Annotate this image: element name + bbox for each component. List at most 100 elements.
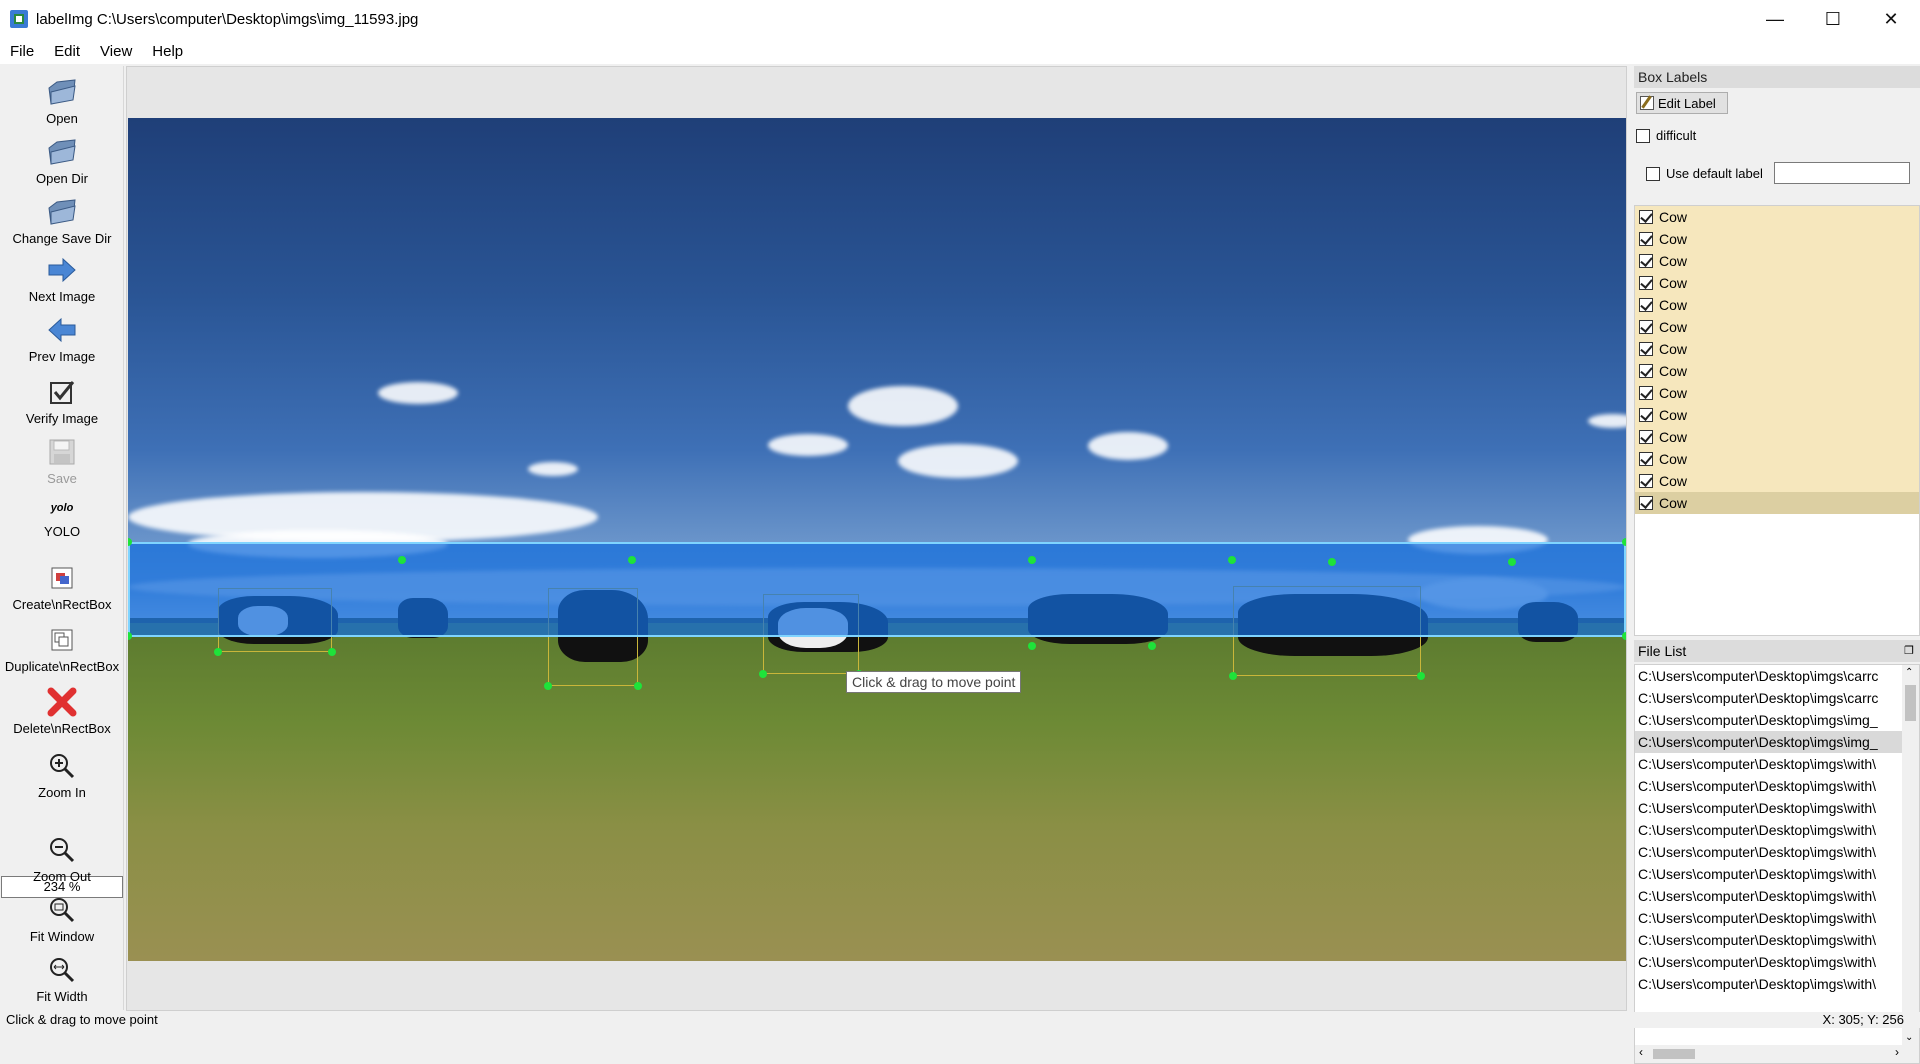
label-visibility-checkbox[interactable] [1639, 474, 1653, 488]
label-list: Cow Cow Cow Cow Cow Cow Cow Cow Cow Cow Cow Cow Cow C… [1634, 205, 1920, 636]
label-text: Cow [1659, 297, 1688, 313]
menu-file[interactable]: File [0, 43, 44, 60]
use-default-label-checkbox-box[interactable] [1646, 166, 1660, 181]
prev-image-button[interactable]: Prev Image [0, 314, 124, 364]
label-visibility-checkbox[interactable] [1639, 254, 1653, 268]
label-visibility-checkbox[interactable] [1639, 342, 1653, 356]
label-list-item[interactable]: Cow [1635, 382, 1919, 404]
label-visibility-checkbox[interactable] [1639, 452, 1653, 466]
file-list-item[interactable]: C:\Users\computer\Desktop\imgs\with\ [1635, 841, 1903, 863]
selected-bounding-box[interactable] [128, 542, 1626, 637]
zoom-in-button[interactable]: Zoom In [0, 750, 124, 800]
label-list-item[interactable]: Cow [1635, 470, 1919, 492]
edit-label-button[interactable]: Edit Label [1636, 92, 1728, 114]
open-dir-label: Open Dir [35, 171, 89, 186]
label-list-item[interactable]: Cow [1635, 404, 1919, 426]
fit-width-icon [46, 954, 78, 986]
scroll-right-icon[interactable]: › [1895, 1045, 1899, 1059]
file-list-item[interactable]: C:\Users\computer\Desktop\imgs\with\ [1635, 775, 1903, 797]
menu-edit[interactable]: Edit [44, 43, 90, 60]
zoom-out-button[interactable]: Zoom Out [0, 834, 124, 884]
file-list-item[interactable]: C:\Users\computer\Desktop\imgs\img_ [1635, 709, 1903, 731]
label-list-item[interactable]: Cow [1635, 360, 1919, 382]
scroll-down-icon[interactable]: ⌄ [1905, 1032, 1913, 1043]
label-list-item[interactable]: Cow [1635, 492, 1919, 514]
file-list-item[interactable]: C:\Users\computer\Desktop\imgs\with\ [1635, 951, 1903, 973]
status-message: Click & drag to move point [6, 1012, 158, 1027]
float-icon[interactable]: ❐ [1904, 640, 1914, 662]
label-text: Cow [1659, 473, 1688, 489]
verify-image-label: Verify Image [25, 411, 99, 426]
fit-width-button[interactable]: Fit Width [0, 954, 124, 1004]
menu-view[interactable]: View [90, 43, 142, 60]
file-list-item[interactable]: C:\Users\computer\Desktop\imgs\with\ [1635, 907, 1903, 929]
label-visibility-checkbox[interactable] [1639, 386, 1653, 400]
difficult-checkbox-box[interactable] [1636, 128, 1650, 143]
file-list-item[interactable]: C:\Users\computer\Desktop\imgs\img_ [1635, 731, 1903, 753]
label-list-item[interactable]: Cow [1635, 250, 1919, 272]
vertical-scrollbar[interactable]: ⌃ ⌄ [1902, 665, 1919, 1045]
change-save-dir-button[interactable]: Change Save Dir [0, 196, 124, 246]
photo[interactable]: Click & drag to move point [128, 118, 1626, 961]
label-visibility-checkbox[interactable] [1639, 232, 1653, 246]
canvas-tooltip: Click & drag to move point [846, 671, 1022, 693]
minimize-button[interactable]: — [1746, 0, 1804, 38]
file-list-item[interactable]: C:\Users\computer\Desktop\imgs\with\ [1635, 797, 1903, 819]
file-list: C:\Users\computer\Desktop\imgs\carrc C:\U… [1634, 664, 1920, 1064]
menu-help[interactable]: Help [142, 43, 193, 60]
difficult-checkbox[interactable]: difficult [1636, 128, 1696, 143]
file-list-item[interactable]: C:\Users\computer\Desktop\imgs\with\ [1635, 929, 1903, 951]
label-text: Cow [1659, 319, 1688, 335]
open-dir-button[interactable]: Open Dir [0, 136, 124, 186]
label-visibility-checkbox[interactable] [1639, 276, 1653, 290]
file-list-item[interactable]: C:\Users\computer\Desktop\imgs\with\ [1635, 973, 1903, 995]
duplicate-rectbox-button[interactable]: Duplicate\nRectBox [0, 624, 124, 674]
label-list-item[interactable]: Cow [1635, 272, 1919, 294]
label-visibility-checkbox[interactable] [1639, 210, 1653, 224]
label-visibility-checkbox[interactable] [1639, 320, 1653, 334]
fit-window-button[interactable]: Fit Window [0, 894, 124, 944]
label-list-item[interactable]: Cow [1635, 206, 1919, 228]
image-canvas[interactable]: Click & drag to move point [126, 66, 1627, 1011]
fit-window-icon [46, 894, 78, 926]
default-label-input[interactable] [1774, 162, 1910, 184]
horizontal-scroll-thumb[interactable] [1653, 1049, 1695, 1059]
file-list-item[interactable]: C:\Users\computer\Desktop\imgs\carrc [1635, 665, 1903, 687]
label-visibility-checkbox[interactable] [1639, 298, 1653, 312]
verify-image-button[interactable]: Verify Image [0, 376, 124, 426]
maximize-button[interactable]: ☐ [1804, 0, 1862, 38]
next-image-label: Next Image [28, 289, 96, 304]
create-rectbox-button[interactable]: Create\nRectBox [0, 562, 124, 612]
scroll-left-icon[interactable]: ‹ [1639, 1045, 1643, 1059]
open-button[interactable]: Open [0, 76, 124, 126]
label-list-item[interactable]: Cow [1635, 448, 1919, 470]
label-text: Cow [1659, 341, 1688, 357]
label-list-item[interactable]: Cow [1635, 316, 1919, 338]
label-list-item[interactable]: Cow [1635, 228, 1919, 250]
label-visibility-checkbox[interactable] [1639, 430, 1653, 444]
file-list-item[interactable]: C:\Users\computer\Desktop\imgs\with\ [1635, 863, 1903, 885]
label-list-item[interactable]: Cow [1635, 338, 1919, 360]
label-list-item[interactable]: Cow [1635, 294, 1919, 316]
vertical-scroll-thumb[interactable] [1905, 685, 1916, 721]
use-default-label-checkbox[interactable]: Use default label [1646, 166, 1763, 181]
scroll-up-icon[interactable]: ⌃ [1905, 667, 1913, 678]
label-list-item[interactable]: Cow [1635, 426, 1919, 448]
next-image-button[interactable]: Next Image [0, 254, 124, 304]
horizontal-scrollbar[interactable]: ‹ › [1635, 1045, 1919, 1063]
close-button[interactable]: ✕ [1862, 0, 1920, 38]
save-button[interactable]: Save [0, 436, 124, 486]
file-list-item[interactable]: C:\Users\computer\Desktop\imgs\with\ [1635, 753, 1903, 775]
file-list-title-text: File List [1638, 643, 1687, 659]
fit-width-label: Fit Width [36, 989, 88, 1004]
file-list-item[interactable]: C:\Users\computer\Desktop\imgs\carrc [1635, 687, 1903, 709]
file-list-item[interactable]: C:\Users\computer\Desktop\imgs\with\ [1635, 885, 1903, 907]
yolo-button[interactable]: yolo YOLO [0, 502, 124, 539]
file-list-item[interactable]: C:\Users\computer\Desktop\imgs\with\ [1635, 819, 1903, 841]
label-visibility-checkbox[interactable] [1639, 364, 1653, 378]
label-visibility-checkbox[interactable] [1639, 496, 1653, 510]
menu-bar: File Edit View Help [0, 38, 1920, 64]
label-visibility-checkbox[interactable] [1639, 408, 1653, 422]
zoom-out-icon [46, 834, 78, 866]
delete-rectbox-button[interactable]: Delete\nRectBox [0, 686, 124, 736]
